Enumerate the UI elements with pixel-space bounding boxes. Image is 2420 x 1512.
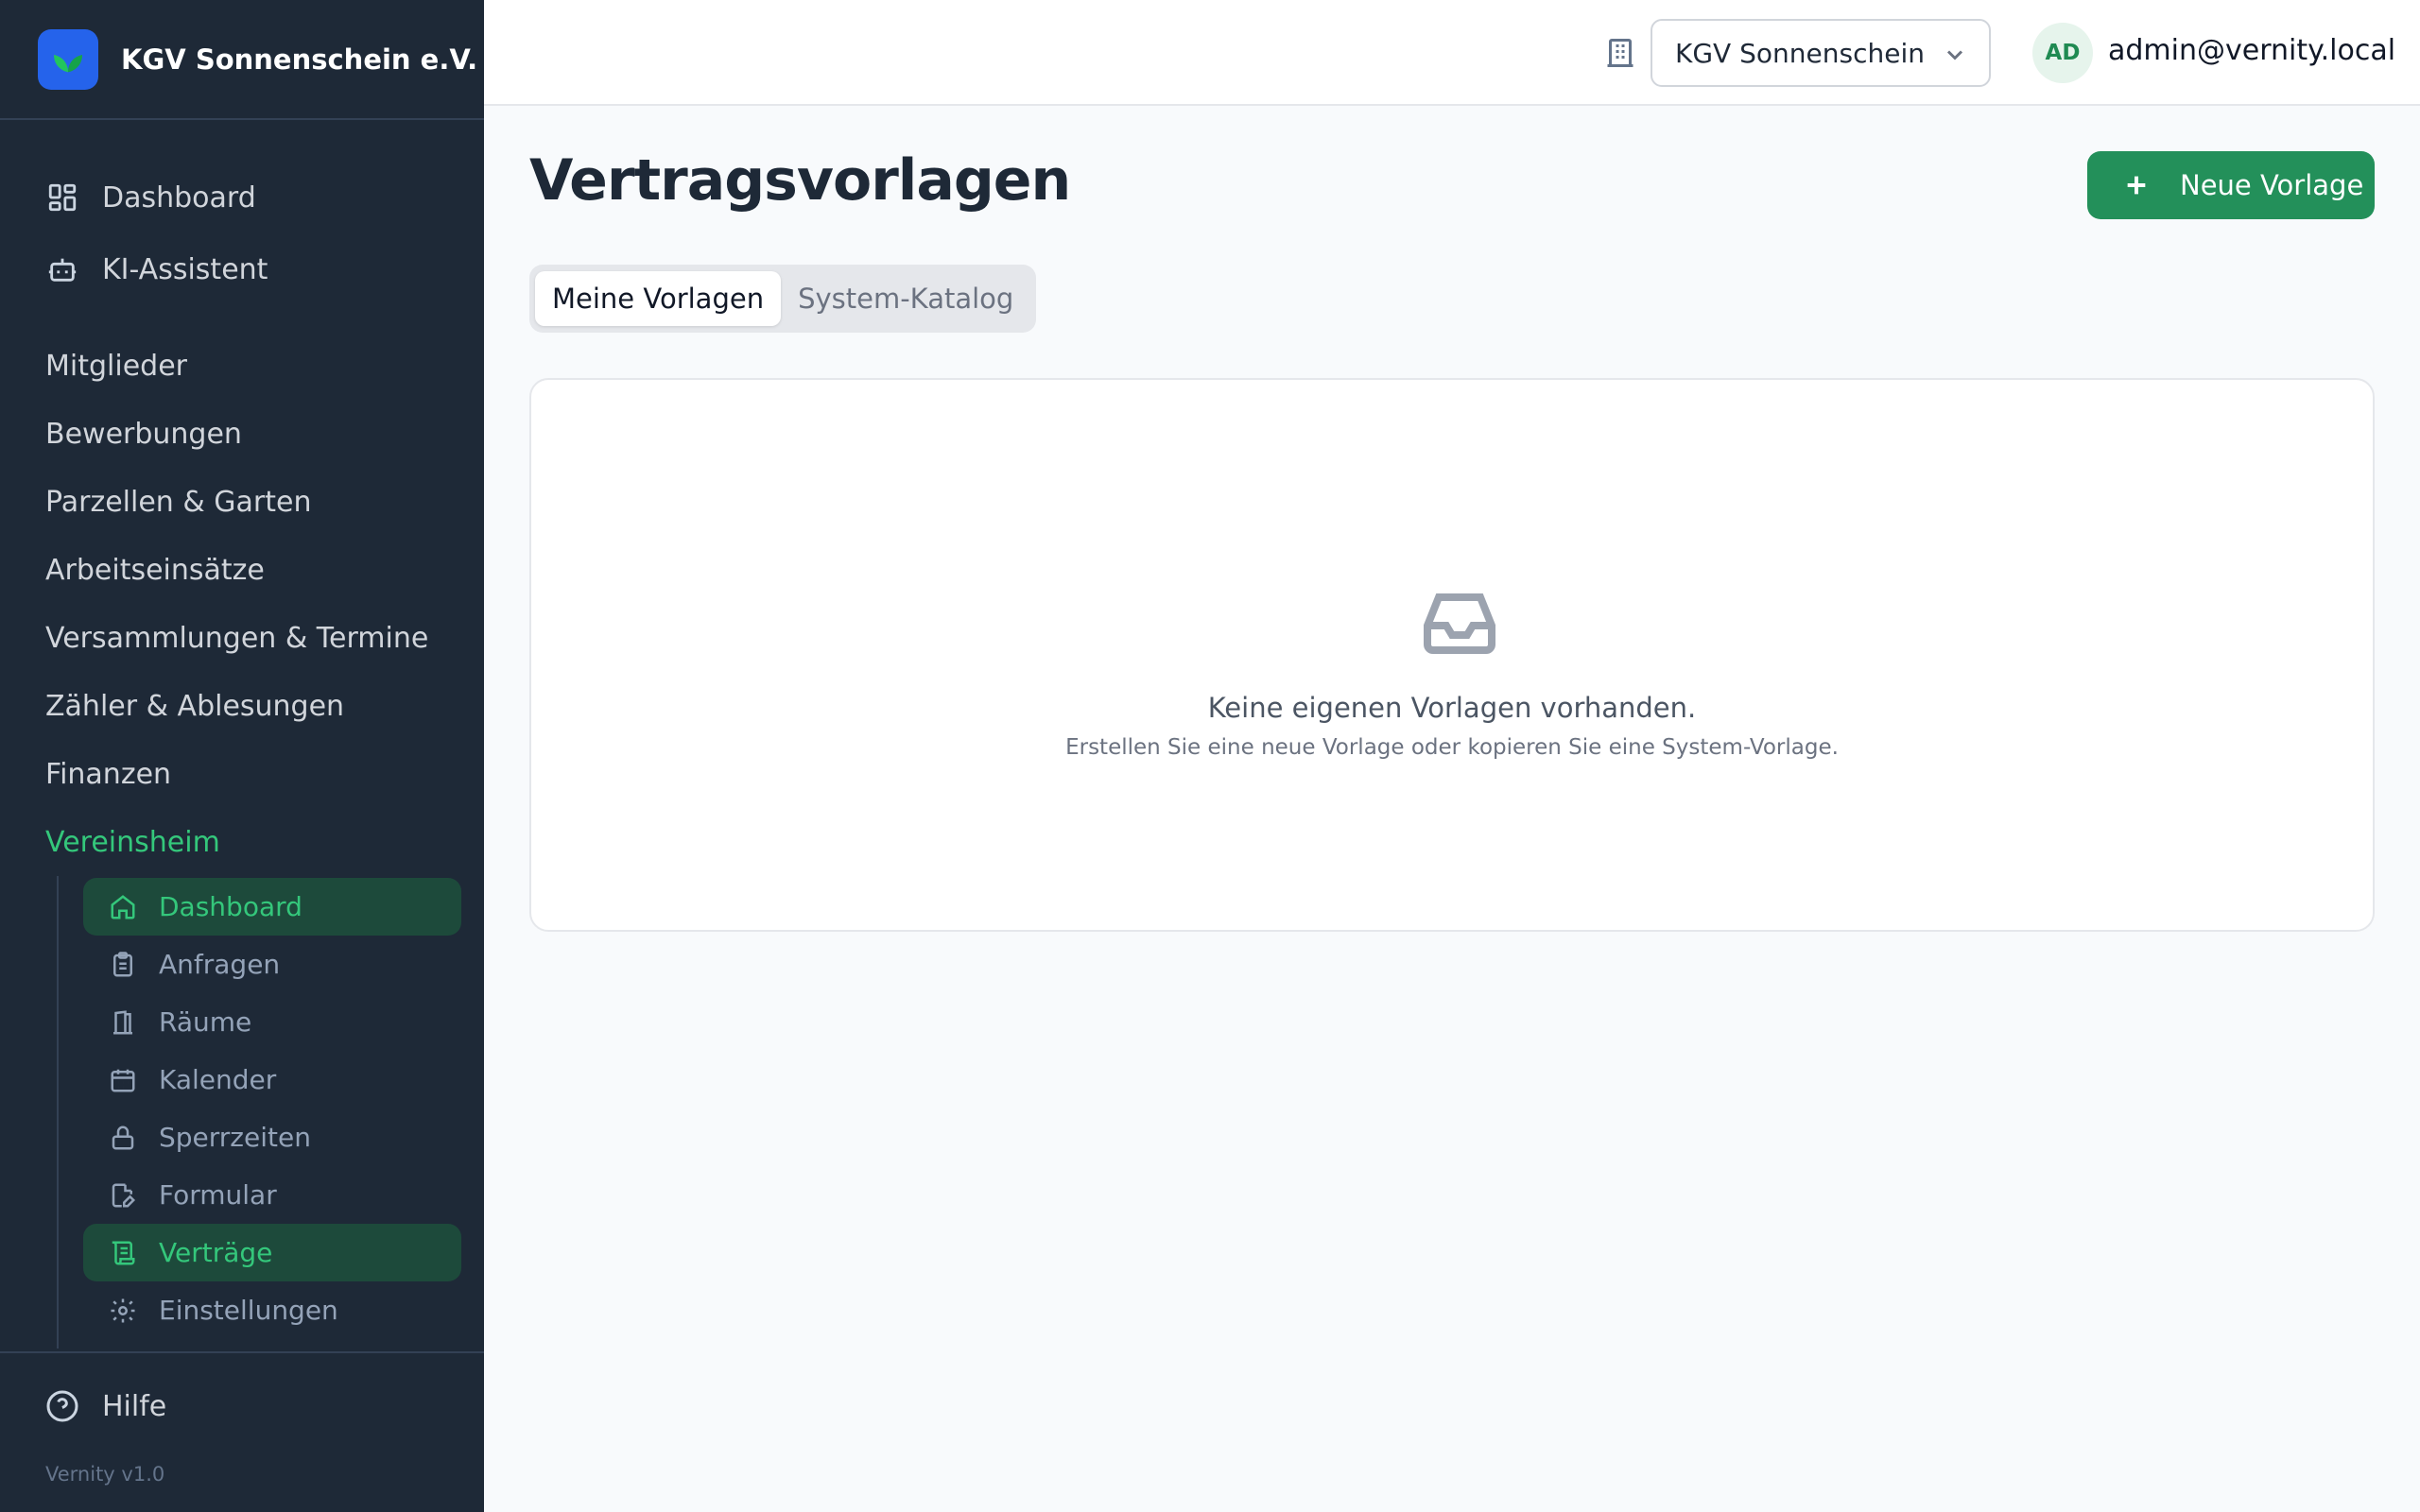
help-label: Hilfe — [102, 1389, 167, 1423]
sub-item-raeume[interactable]: Räume — [83, 993, 461, 1051]
leaf-logo-icon — [38, 28, 98, 90]
sub-item-label: Formular — [159, 1179, 277, 1211]
robot-icon — [45, 252, 79, 286]
organization-select-value: KGV Sonnenschein e.V. — [1675, 37, 1928, 69]
sub-item-formular[interactable]: Formular — [83, 1166, 461, 1224]
clipboard-icon — [108, 950, 138, 980]
template-tabs: Meine Vorlagen System-Katalog — [529, 265, 1037, 333]
brand-header[interactable]: KGV Sonnenschein e.V. — [0, 0, 484, 120]
sidebar-footer: Hilfe Vernity v1.0 — [0, 1351, 484, 1486]
sidebar-top-nav: Dashboard KI-Assistent — [0, 120, 484, 305]
sidebar-item-dashboard[interactable]: Dashboard — [0, 162, 484, 233]
sub-item-label: Sperrzeiten — [159, 1122, 311, 1153]
sidebar-item-label: Dashboard — [102, 180, 256, 215]
organization-select[interactable]: KGV Sonnenschein e.V. — [1651, 19, 1991, 87]
door-icon — [108, 1007, 138, 1038]
page-title: Vertragsvorlagen — [529, 147, 1071, 214]
gear-icon — [108, 1296, 138, 1326]
avatar[interactable]: AD — [2032, 23, 2093, 83]
sub-item-vertraege[interactable]: Verträge — [83, 1224, 461, 1281]
top-bar: KGV Sonnenschein e.V. AD admin@vernity.l… — [484, 0, 2420, 106]
brand-name: KGV Sonnenschein e.V. — [121, 43, 478, 76]
sidebar-groups: Mitglieder Bewerbungen Parzellen & Garte… — [0, 332, 484, 1349]
sidebar-group-versammlungen[interactable]: Versammlungen & Termine — [0, 604, 484, 672]
main-content: Vertragsvorlagen Neue Vorlage Meine Vorl… — [484, 106, 2420, 1512]
user-email[interactable]: admin@vernity.local — [2108, 34, 2395, 67]
home-icon — [108, 892, 138, 922]
sidebar-group-vereinsheim[interactable]: Vereinsheim — [0, 808, 484, 876]
dashboard-grid-icon — [45, 180, 79, 215]
sidebar: KGV Sonnenschein e.V. Dashboard KI-Assis… — [0, 0, 484, 1512]
plus-icon — [2121, 170, 2152, 200]
templates-empty-card: Keine eigenen Vorlagen vorhanden. Erstel… — [529, 378, 2375, 932]
sub-item-label: Räume — [159, 1006, 252, 1038]
sidebar-item-label: KI-Assistent — [102, 252, 268, 286]
file-edit-icon — [108, 1180, 138, 1211]
help-circle-icon — [45, 1389, 79, 1423]
sidebar-group-arbeitseinsaetze[interactable]: Arbeitseinsätze — [0, 536, 484, 604]
sub-item-label: Dashboard — [159, 891, 302, 922]
tab-meine-vorlagen[interactable]: Meine Vorlagen — [535, 271, 782, 326]
sidebar-group-mitglieder[interactable]: Mitglieder — [0, 332, 484, 400]
building-icon — [1603, 36, 1637, 70]
sidebar-group-parzellen[interactable]: Parzellen & Garten — [0, 468, 484, 536]
sidebar-group-bewerbungen[interactable]: Bewerbungen — [0, 400, 484, 468]
chevron-down-icon — [1942, 42, 1968, 68]
sidebar-item-ki-assistent[interactable]: KI-Assistent — [0, 233, 484, 305]
sidebar-group-zaehler[interactable]: Zähler & Ablesungen — [0, 672, 484, 740]
inbox-icon — [1424, 592, 1495, 654]
sub-item-label: Kalender — [159, 1064, 277, 1095]
sub-item-einstellungen[interactable]: Einstellungen — [83, 1281, 461, 1339]
empty-state-subtitle: Erstellen Sie eine neue Vorlage oder kop… — [1065, 735, 1839, 760]
calendar-icon — [108, 1065, 138, 1095]
sub-item-kalender[interactable]: Kalender — [83, 1051, 461, 1108]
sub-item-dashboard[interactable]: Dashboard — [83, 878, 461, 936]
new-template-button-label: Neue Vorlage — [2180, 169, 2364, 201]
app-version: Vernity v1.0 — [45, 1463, 165, 1486]
help-link[interactable]: Hilfe — [0, 1353, 484, 1459]
scroll-icon — [108, 1238, 138, 1268]
sidebar-group-finanzen[interactable]: Finanzen — [0, 740, 484, 808]
empty-state-title: Keine eigenen Vorlagen vorhanden. — [1207, 692, 1697, 724]
lock-icon — [108, 1123, 138, 1153]
vereinsheim-submenu: Dashboard Anfragen Räume Kalender Sperrz… — [57, 876, 484, 1349]
sub-item-sperrzeiten[interactable]: Sperrzeiten — [83, 1108, 461, 1166]
sub-item-anfragen[interactable]: Anfragen — [83, 936, 461, 993]
sub-item-label: Verträge — [159, 1237, 273, 1268]
tab-system-katalog[interactable]: System-Katalog — [781, 271, 1030, 326]
sub-item-label: Anfragen — [159, 949, 281, 980]
sub-item-label: Einstellungen — [159, 1295, 338, 1326]
new-template-button[interactable]: Neue Vorlage — [2087, 151, 2375, 219]
